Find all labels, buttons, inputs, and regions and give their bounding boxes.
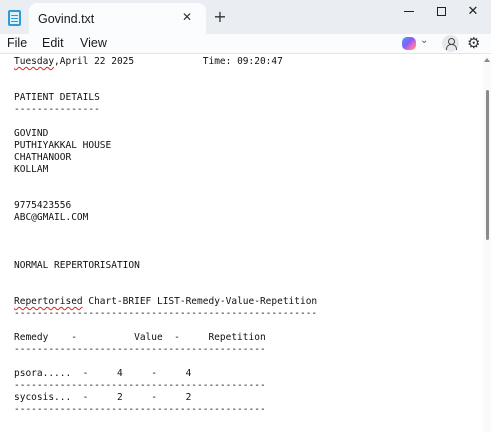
minimize-button[interactable] [391, 0, 427, 24]
menu-view[interactable]: View [80, 36, 107, 50]
date-rest: ,April 22 2025 Time: 09:20:47 [54, 56, 283, 67]
patient-email: ABC@GMAIL.COM [14, 212, 89, 223]
normal-repertorisation-heading: NORMAL REPERTORISATION [14, 260, 140, 271]
chevron-down-icon[interactable]: ⌄ [420, 35, 428, 46]
menu-edit[interactable]: Edit [42, 36, 64, 50]
date-time-line: Tuesday,April 22 2025 Time: 09:20:47 [14, 55, 283, 69]
patient-district: KOLLAM [14, 164, 49, 175]
maximize-button[interactable] [423, 0, 459, 24]
chart-title-word: Repertorised [14, 296, 83, 307]
chart-title-underline: ----------------------------------------… [14, 308, 318, 319]
close-window-button[interactable]: ✕ [455, 0, 491, 24]
tab-title: Govind.txt [38, 12, 95, 26]
vertical-scrollbar[interactable] [483, 55, 491, 432]
account-icon[interactable] [442, 35, 459, 52]
scroll-up-arrow-icon[interactable] [484, 58, 490, 62]
gear-icon[interactable]: ⚙ [467, 34, 480, 52]
heading-underline: --------------- [14, 104, 100, 115]
copilot-icon[interactable] [402, 37, 416, 50]
tab-close-icon[interactable]: ✕ [178, 8, 196, 26]
table-separator: ----------------------------------------… [14, 404, 266, 415]
new-tab-button[interactable]: + [211, 8, 229, 26]
tab-govind-txt[interactable]: Govind.txt ✕ [29, 3, 206, 34]
chart-title-rest: Chart-BRIEF LIST-Remedy-Value-Repetition [82, 296, 318, 307]
table-separator: ----------------------------------------… [14, 344, 266, 355]
minimize-icon [404, 11, 414, 12]
maximize-icon [436, 7, 446, 16]
menu-file[interactable]: File [7, 36, 27, 50]
menu-bar: File Edit View ⌄ ⚙ [0, 34, 491, 54]
scrollbar-thumb[interactable] [486, 90, 489, 240]
notepad-app-icon [8, 10, 21, 26]
text-editor[interactable]: Tuesday,April 22 2025 Time: 09:20:47 PAT… [0, 55, 491, 432]
date-day: Tuesday [14, 56, 55, 67]
title-bar: Govind.txt ✕ + ✕ [0, 0, 491, 34]
